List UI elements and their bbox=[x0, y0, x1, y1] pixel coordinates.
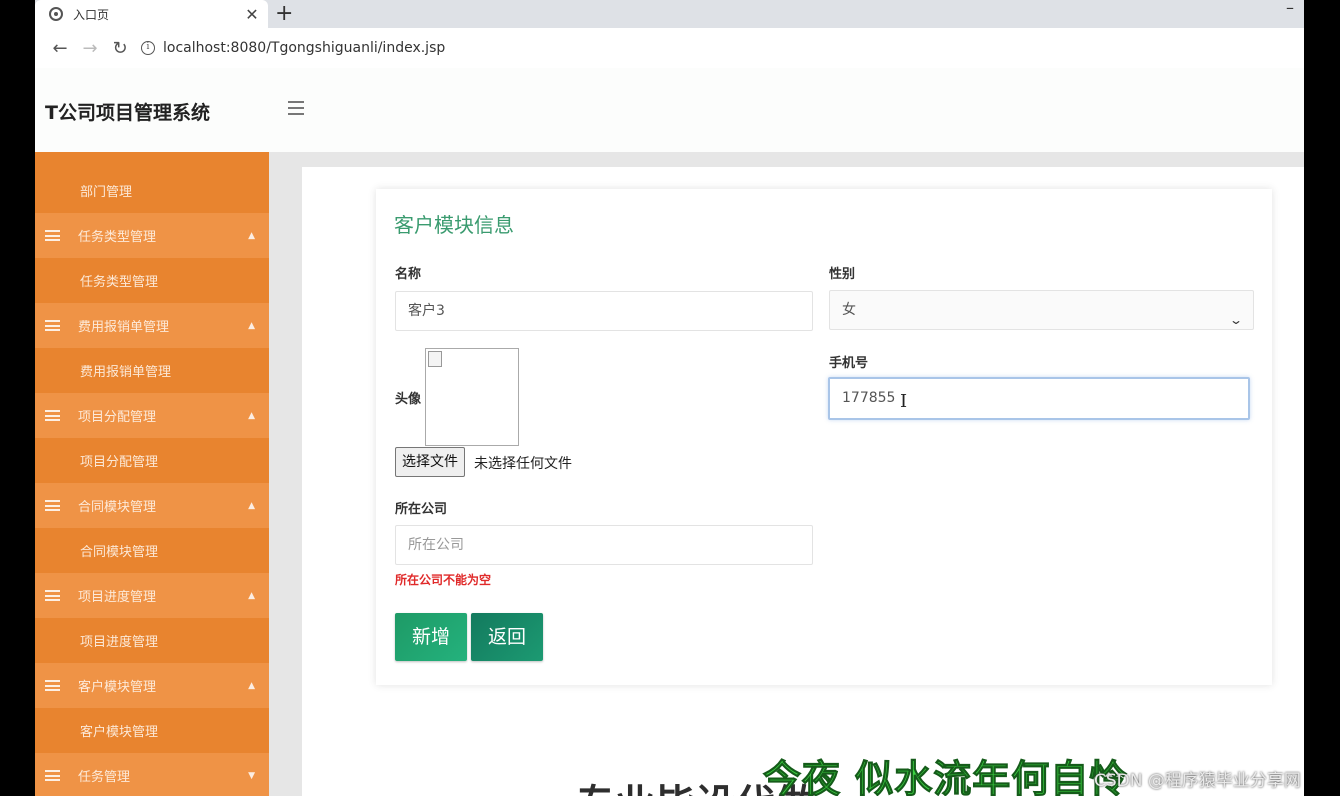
sidebar-group[interactable]: 费用报销单管理 ▲ bbox=[35, 303, 269, 348]
phone-input[interactable]: 177855 bbox=[828, 377, 1250, 420]
address-bar: ← → ↻ i localhost:8080/Tgongshiguanli/in… bbox=[35, 28, 1304, 68]
sidebar-group[interactable]: 任务管理 ▼ bbox=[35, 753, 269, 796]
chevron-up-icon: ▲ bbox=[248, 320, 255, 331]
chevron-down-icon: ⌄ bbox=[1228, 313, 1244, 327]
sidebar-item-label: 任务类型管理 bbox=[78, 230, 157, 245]
company-label: 所在公司 bbox=[395, 502, 448, 517]
forward-icon[interactable]: → bbox=[75, 38, 105, 59]
list-icon bbox=[45, 590, 60, 601]
list-icon bbox=[45, 680, 60, 691]
file-status-text: 未选择任何文件 bbox=[474, 456, 572, 472]
back-button[interactable]: 返回 bbox=[471, 613, 543, 661]
sidebar-item-label: 客户模块管理 bbox=[80, 725, 159, 740]
chevron-up-icon: ▲ bbox=[248, 500, 255, 511]
sidebar-item-label: 客户模块管理 bbox=[78, 680, 157, 695]
sidebar-item-label: 项目进度管理 bbox=[80, 635, 159, 650]
gender-select[interactable]: 女 ⌄ bbox=[829, 290, 1254, 330]
browser-tab[interactable]: 入口页 ✕ bbox=[35, 0, 268, 28]
list-icon bbox=[45, 320, 60, 331]
chevron-up-icon: ▲ bbox=[248, 230, 255, 241]
sidebar-item-label: 合同模块管理 bbox=[78, 500, 157, 515]
app-header: T公司项目管理系统 bbox=[35, 68, 1304, 152]
avatar-label: 头像 bbox=[395, 392, 422, 407]
sidebar-item-label: 合同模块管理 bbox=[80, 545, 159, 560]
globe-icon bbox=[49, 7, 63, 21]
chevron-down-icon: ▼ bbox=[248, 770, 255, 781]
add-button[interactable]: 新增 bbox=[395, 613, 467, 661]
customer-form-card: 客户模块信息 名称 客户3 性别 女 ⌄ 头像 选择文件 未选择任何文件 手机号… bbox=[376, 189, 1272, 685]
sidebar-group[interactable]: 客户模块管理 ▲ bbox=[35, 663, 269, 708]
sidebar-item[interactable]: 任务类型管理 bbox=[35, 258, 269, 303]
browser-chrome: 入口页 ✕ + – ← → ↻ i localhost:8080/Tgongsh… bbox=[35, 0, 1304, 68]
list-icon bbox=[45, 500, 60, 511]
reload-icon[interactable]: ↻ bbox=[105, 38, 135, 59]
sidebar-item-label: 费用报销单管理 bbox=[78, 320, 170, 335]
sidebar-item-label: 任务管理 bbox=[78, 770, 131, 785]
gender-selected-value: 女 bbox=[842, 302, 856, 318]
sidebar-item-cut[interactable] bbox=[35, 152, 269, 168]
avatar-image-placeholder bbox=[425, 348, 519, 446]
url-text: localhost:8080/Tgongshiguanli/index.jsp bbox=[163, 40, 446, 56]
chevron-up-icon: ▲ bbox=[248, 410, 255, 421]
watermark: CSDN @程序猿毕业分享网 bbox=[1094, 771, 1301, 791]
sidebar-item[interactable]: 客户模块管理 bbox=[35, 708, 269, 753]
sidebar-item-label: 项目进度管理 bbox=[78, 590, 157, 605]
company-input[interactable]: 所在公司 bbox=[395, 525, 813, 565]
choose-file-button[interactable]: 选择文件 bbox=[395, 447, 465, 477]
new-tab-button[interactable]: + bbox=[275, 2, 293, 26]
name-label: 名称 bbox=[395, 267, 422, 282]
chevron-up-icon: ▲ bbox=[248, 590, 255, 601]
tab-title: 入口页 bbox=[73, 7, 110, 22]
sidebar-group[interactable]: 项目进度管理 ▲ bbox=[35, 573, 269, 618]
sidebar-group[interactable]: 项目分配管理 ▲ bbox=[35, 393, 269, 438]
phone-label: 手机号 bbox=[829, 356, 869, 371]
close-tab-icon[interactable]: ✕ bbox=[240, 5, 264, 24]
sidebar: 部门管理 任务类型管理 ▲ 任务类型管理 费用报销单管理 ▲ 费用报销单管理 项目分配管理 ▲ 项… bbox=[35, 152, 269, 796]
screen: 入口页 ✕ + – ← → ↻ i localhost:8080/Tgongsh… bbox=[0, 0, 1340, 796]
list-icon bbox=[45, 410, 60, 421]
sidebar-item[interactable]: 项目分配管理 bbox=[35, 438, 269, 483]
info-icon[interactable]: i bbox=[141, 41, 155, 55]
sidebar-item-label: 项目分配管理 bbox=[80, 455, 159, 470]
form-title: 客户模块信息 bbox=[394, 213, 514, 237]
list-icon bbox=[45, 770, 60, 781]
sidebar-group[interactable]: 任务类型管理 ▲ bbox=[35, 213, 269, 258]
sidebar-group[interactable]: 合同模块管理 ▲ bbox=[35, 483, 269, 528]
sidebar-item[interactable]: 合同模块管理 bbox=[35, 528, 269, 573]
chevron-up-icon: ▲ bbox=[248, 680, 255, 691]
sidebar-item[interactable]: 部门管理 bbox=[35, 168, 269, 213]
minimize-button[interactable]: – bbox=[1286, 0, 1294, 17]
tab-bar: 入口页 ✕ + – bbox=[35, 0, 1304, 28]
sidebar-item[interactable]: 项目进度管理 bbox=[35, 618, 269, 663]
name-input[interactable]: 客户3 bbox=[395, 291, 813, 331]
sidebar-item[interactable]: 费用报销单管理 bbox=[35, 348, 269, 393]
back-icon[interactable]: ← bbox=[45, 38, 75, 59]
sidebar-item-label: 部门管理 bbox=[80, 185, 133, 200]
list-icon bbox=[45, 230, 60, 241]
sidebar-item-label: 费用报销单管理 bbox=[80, 365, 172, 380]
gender-label: 性别 bbox=[829, 267, 856, 282]
text-cursor-icon: I bbox=[900, 391, 908, 412]
video-subtitle: 今夜 似水流年何自怜 bbox=[762, 757, 1129, 796]
app-title: T公司项目管理系统 bbox=[45, 102, 210, 124]
url-field[interactable]: i localhost:8080/Tgongshiguanli/index.js… bbox=[141, 33, 445, 63]
hamburger-menu-icon[interactable] bbox=[288, 101, 304, 119]
company-error-message: 所在公司不能为空 bbox=[395, 573, 492, 587]
sidebar-item-label: 项目分配管理 bbox=[78, 410, 157, 425]
sidebar-item-label: 任务类型管理 bbox=[80, 275, 159, 290]
